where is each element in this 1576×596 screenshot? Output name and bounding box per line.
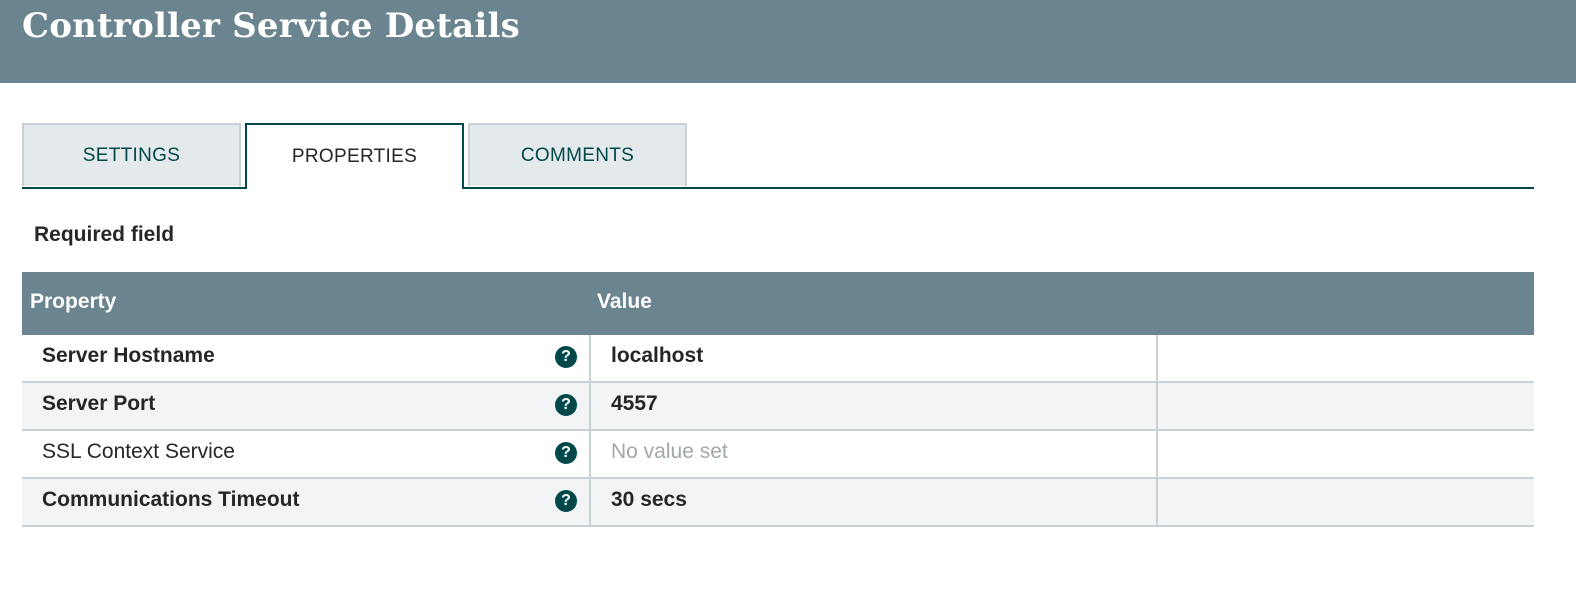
question-circle-icon[interactable]: ?	[555, 490, 577, 512]
question-circle-icon[interactable]: ?	[555, 394, 577, 416]
tab-comments[interactable]: COMMENTS	[468, 123, 687, 186]
column-divider	[1156, 383, 1158, 429]
question-circle-icon[interactable]: ?	[555, 346, 577, 368]
required-field-label: Required field	[34, 223, 175, 246]
column-divider	[1156, 335, 1158, 381]
tab-bar: SETTINGS PROPERTIES COMMENTS	[22, 123, 1534, 189]
column-header-value[interactable]: Value	[597, 290, 652, 314]
property-value[interactable]: 4557	[611, 392, 658, 416]
tab-properties[interactable]: PROPERTIES	[245, 123, 464, 189]
property-name: SSL Context Service	[42, 440, 235, 463]
column-divider	[589, 431, 591, 477]
property-value[interactable]: No value set	[611, 440, 728, 464]
property-value[interactable]: localhost	[611, 344, 703, 368]
property-value[interactable]: 30 secs	[611, 488, 687, 512]
column-divider	[1156, 431, 1158, 477]
property-name: Communications Timeout	[42, 488, 300, 511]
dialog-title: Controller Service Details	[22, 6, 520, 46]
column-divider	[589, 479, 591, 525]
table-row[interactable]: SSL Context Service ? No value set	[22, 431, 1534, 479]
properties-table: Property Value Server Hostname ? localho…	[22, 272, 1534, 527]
property-name: Server Hostname	[42, 344, 215, 367]
dialog-header: Controller Service Details	[0, 0, 1576, 83]
table-row[interactable]: Server Hostname ? localhost	[22, 335, 1534, 383]
column-divider	[589, 383, 591, 429]
table-row[interactable]: Server Port ? 4557	[22, 383, 1534, 431]
tab-settings[interactable]: SETTINGS	[22, 123, 241, 186]
table-row[interactable]: Communications Timeout ? 30 secs	[22, 479, 1534, 527]
property-name: Server Port	[42, 392, 156, 415]
column-divider	[1156, 479, 1158, 525]
question-circle-icon[interactable]: ?	[555, 442, 577, 464]
column-header-property[interactable]: Property	[30, 290, 116, 314]
table-header: Property Value	[22, 272, 1534, 335]
column-divider	[589, 335, 591, 381]
